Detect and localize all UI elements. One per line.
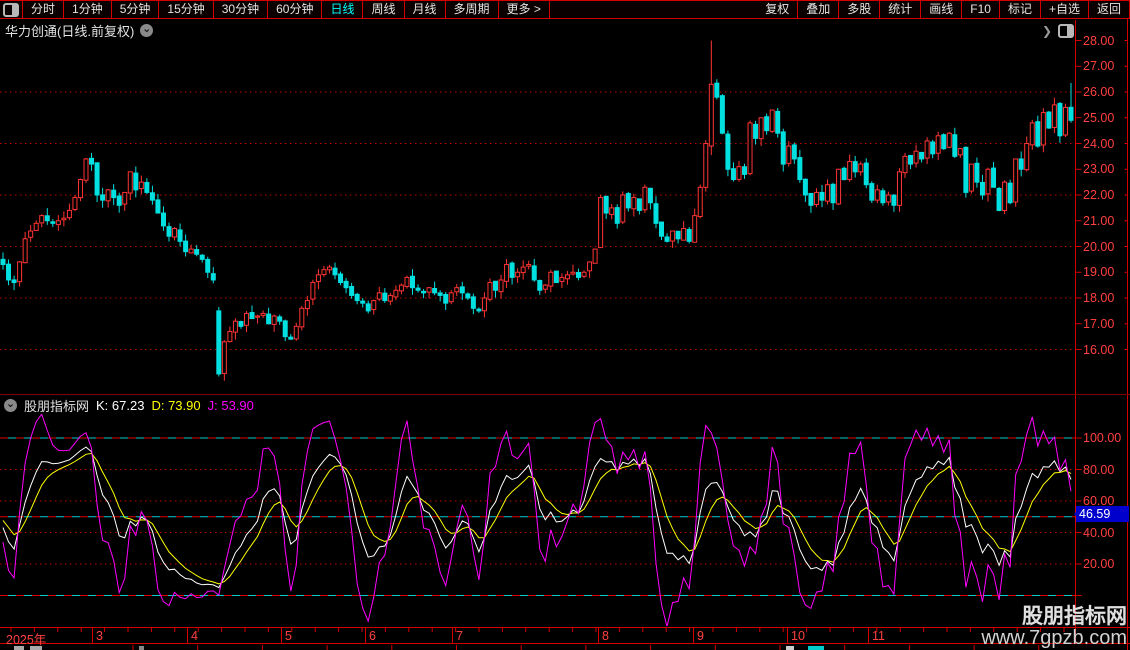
indicator-k-value: K: 67.23 xyxy=(96,398,144,413)
watermark-url: www.7gpzb.com xyxy=(981,628,1127,649)
kdj-lines xyxy=(3,414,1071,627)
indicator-j-value: J: 53.90 xyxy=(208,398,254,413)
stock-title: 华力创通(日线.前复权) xyxy=(5,21,134,40)
date-month-label: 4 xyxy=(191,629,198,643)
indicator-label: 100.00 xyxy=(1083,431,1129,445)
indicator-label: 80.00 xyxy=(1083,463,1129,477)
indicator-value-tag: 46.59 xyxy=(1076,506,1129,522)
collapse-panel-chevron-icon[interactable]: ⌄ xyxy=(140,24,153,37)
date-month-label: 9 xyxy=(697,629,704,643)
price-label: 21.00 xyxy=(1083,214,1129,228)
watermark: 股朋指标网 www.7gpzb.com xyxy=(981,606,1127,649)
price-label: 24.00 xyxy=(1083,137,1129,151)
candles xyxy=(1,41,1073,381)
chart-title-row: 华力创通(日线.前复权) ⌄ xyxy=(5,21,153,40)
price-label: 17.00 xyxy=(1083,317,1129,331)
layout-toggle-icon[interactable] xyxy=(1058,24,1074,38)
date-axis-ticks xyxy=(11,628,1064,643)
indicator-label: 20.00 xyxy=(1083,557,1129,571)
price-label: 26.00 xyxy=(1083,85,1129,99)
date-month-label: 3 xyxy=(96,629,103,643)
price-label: 19.00 xyxy=(1083,265,1129,279)
indicator-header: ⌄ 股朋指标网 K: 67.23 D: 73.90 J: 53.90 xyxy=(4,396,254,415)
chart-corner-controls: ❯ xyxy=(1042,24,1074,38)
price-label: 18.00 xyxy=(1083,291,1129,305)
watermark-site-name: 股朋指标网 xyxy=(981,606,1127,628)
date-year-label: 2025年 xyxy=(6,629,46,648)
price-label: 23.00 xyxy=(1083,162,1129,176)
price-label: 20.00 xyxy=(1083,240,1129,254)
indicator-label: 40.00 xyxy=(1083,526,1129,540)
price-label: 28.00 xyxy=(1083,34,1129,48)
indicator-gridlines xyxy=(0,438,1082,596)
date-month-label: 11 xyxy=(872,629,885,643)
statusbar-fragments xyxy=(14,645,1039,650)
price-label: 27.00 xyxy=(1083,59,1129,73)
date-month-label: 10 xyxy=(791,629,805,643)
date-month-label: 5 xyxy=(285,629,292,643)
price-label: 22.00 xyxy=(1083,188,1129,202)
date-month-label: 7 xyxy=(456,629,463,643)
price-label: 16.00 xyxy=(1083,343,1129,357)
chevron-down-icon[interactable]: ❯ xyxy=(1042,26,1052,36)
date-month-label: 6 xyxy=(369,629,376,643)
indicator-d-value: D: 73.90 xyxy=(151,398,200,413)
indicator-collapse-chevron-icon[interactable]: ⌄ xyxy=(4,399,17,412)
trading-app-window: 分时1分钟5分钟15分钟30分钟60分钟日线周线月线多周期更多 > 复权叠加多股… xyxy=(0,0,1130,650)
price-label: 25.00 xyxy=(1083,111,1129,125)
date-month-label: 8 xyxy=(602,629,609,643)
chart-canvas[interactable] xyxy=(0,0,1130,650)
indicator-source-label: 股朋指标网 xyxy=(24,396,89,415)
